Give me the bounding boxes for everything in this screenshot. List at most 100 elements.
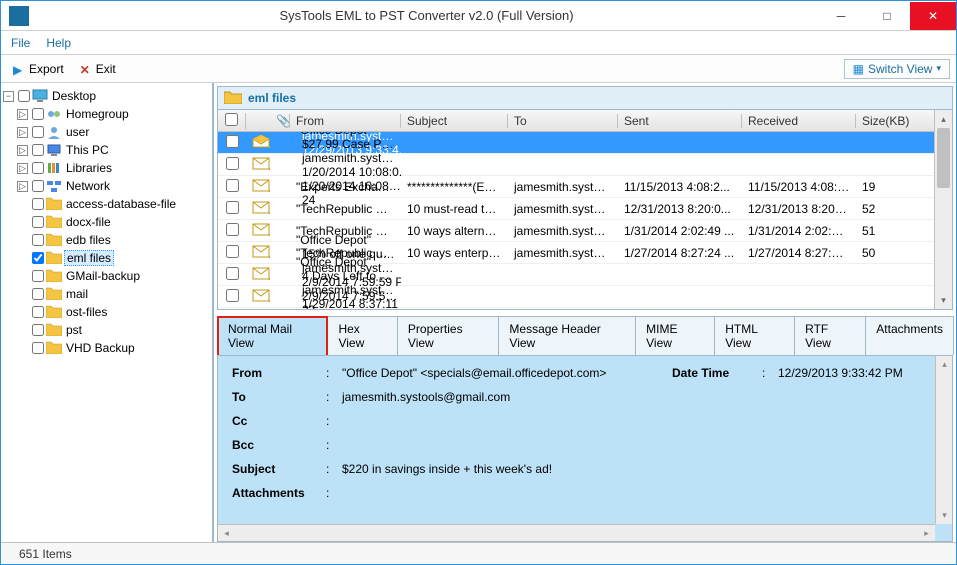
cell-subject: 4 Days Left to Buy... [296, 269, 401, 283]
column-header[interactable]: Subject [401, 114, 508, 128]
tree-item[interactable]: ▷Libraries [17, 159, 210, 177]
detail-hscrollbar[interactable]: ◂▸ [218, 524, 935, 541]
column-header[interactable]: Received [742, 114, 856, 128]
mail-row[interactable]: "TechRepublic Dai... 10 must-read tech..… [218, 198, 934, 220]
tree-item[interactable]: docx-file [17, 213, 210, 231]
menu-help[interactable]: Help [46, 36, 71, 50]
folder-icon [46, 251, 62, 265]
row-checkbox[interactable] [226, 201, 239, 214]
tab-message header view[interactable]: Message Header View [498, 316, 636, 355]
folder-tree[interactable]: −Desktop▷Homegroup▷user▷This PC▷Librarie… [1, 83, 213, 542]
tree-checkbox[interactable] [32, 270, 44, 282]
tree-checkbox[interactable] [32, 144, 44, 156]
cell-sent: 1/20/2014 10:08:0... [296, 165, 401, 179]
cell-sent: 1/29/2014 8:37:11 ... [296, 297, 401, 310]
tree-checkbox[interactable] [32, 198, 44, 210]
tree-checkbox[interactable] [32, 234, 44, 246]
tab-hex view[interactable]: Hex View [327, 316, 397, 355]
tree-item[interactable]: ost-files [17, 303, 210, 321]
tree-checkbox[interactable] [18, 90, 30, 102]
switch-view-label: Switch View [868, 62, 932, 76]
row-checkbox[interactable] [226, 223, 239, 236]
tab-rtf view[interactable]: RTF View [794, 316, 866, 355]
datetime-value: 12/29/2013 9:33:42 PM [778, 366, 938, 380]
exit-button[interactable]: ✕ Exit [74, 60, 122, 78]
cell-from: "Experts Exchange... [290, 180, 401, 194]
row-checkbox[interactable] [226, 245, 239, 258]
view-tabs: Normal Mail ViewHex ViewProperties ViewM… [217, 316, 953, 355]
cell-to: jamesmith.systool... [296, 151, 401, 165]
folder-icon [46, 341, 62, 355]
scroll-down-icon[interactable]: ▾ [935, 291, 952, 309]
column-header[interactable]: Sent [618, 114, 742, 128]
row-checkbox[interactable] [226, 267, 239, 280]
column-header[interactable]: Size(KB) [856, 114, 934, 128]
tree-item[interactable]: ▷Homegroup [17, 105, 210, 123]
cell-size: 52 [856, 202, 934, 216]
export-button[interactable]: ▶ Export [7, 60, 70, 78]
cell-received: 12/31/2013 8:20:0... [742, 202, 856, 216]
folder-icon [46, 269, 62, 283]
cell-sent: 11/15/2013 4:08:2... [618, 180, 742, 194]
tree-checkbox[interactable] [32, 288, 44, 300]
tree-checkbox[interactable] [32, 126, 44, 138]
tree-checkbox[interactable] [32, 162, 44, 174]
column-header[interactable]: From [290, 114, 401, 128]
tree-item[interactable]: VHD Backup [17, 339, 210, 357]
tree-root[interactable]: −Desktop [3, 87, 210, 105]
tree-checkbox[interactable] [32, 180, 44, 192]
tree-checkbox[interactable] [32, 108, 44, 120]
tree-item[interactable]: pst [17, 321, 210, 339]
column-header[interactable]: To [508, 114, 618, 128]
row-checkbox[interactable] [226, 157, 239, 170]
tree-label: GMail-backup [64, 269, 142, 283]
cell-received: 11/15/2013 4:08:2... [742, 180, 856, 194]
column-header[interactable] [218, 113, 246, 129]
export-icon: ▶ [13, 63, 25, 75]
tab-attachments[interactable]: Attachments [865, 316, 954, 355]
scroll-up-icon[interactable]: ▴ [935, 110, 952, 128]
tree-checkbox[interactable] [32, 342, 44, 354]
detail-vscrollbar[interactable]: ▴▾ [935, 356, 952, 524]
row-checkbox[interactable] [226, 179, 239, 192]
right-pane: eml files 📎FromSubjectToSentReceivedSize… [213, 83, 956, 542]
tree-checkbox[interactable] [32, 216, 44, 228]
select-all-checkbox[interactable] [225, 113, 238, 126]
row-checkbox[interactable] [226, 289, 239, 302]
cell-from: "Office Depot" $27.99 Case Paper... jame… [290, 123, 401, 207]
tree-item[interactable]: access-database-file [17, 195, 210, 213]
switch-view-button[interactable]: ▦ Switch View ▾ [844, 59, 950, 79]
envelope-icon [252, 245, 268, 257]
grid-scrollbar[interactable]: ▴ ▾ [934, 110, 952, 309]
minimize-button[interactable]: ─ [818, 2, 864, 30]
close-button[interactable]: ✕ [910, 2, 956, 30]
attachments-label: Attachments [232, 486, 326, 500]
row-checkbox[interactable] [226, 135, 239, 148]
tree-item[interactable]: ▷Network [17, 177, 210, 195]
mail-row[interactable]: "Office Depot" 4 Days Left to Buy... jam… [218, 286, 934, 308]
app-window: SysTools EML to PST Converter v2.0 (Full… [0, 0, 957, 565]
tree-item[interactable]: eml files [17, 249, 210, 267]
cell-subject: 10 ways alternativ... [401, 224, 508, 238]
menu-file[interactable]: File [11, 36, 30, 50]
mail-row[interactable]: "Office Depot" $27.99 Case Paper... jame… [218, 154, 934, 176]
tree-item[interactable]: ▷This PC [17, 141, 210, 159]
tab-properties view[interactable]: Properties View [397, 316, 500, 355]
tree-item[interactable]: edb files [17, 231, 210, 249]
tab-mime view[interactable]: MIME View [635, 316, 715, 355]
column-header[interactable]: 📎 [270, 114, 290, 128]
chevron-down-icon: ▾ [936, 63, 941, 74]
tree-item[interactable]: mail [17, 285, 210, 303]
maximize-button[interactable]: □ [864, 2, 910, 30]
tab-html view[interactable]: HTML View [714, 316, 795, 355]
tree-checkbox[interactable] [32, 306, 44, 318]
tab-normal mail view[interactable]: Normal Mail View [217, 316, 328, 355]
folder-icon [46, 197, 62, 211]
tree-checkbox[interactable] [32, 252, 44, 264]
scroll-thumb[interactable] [937, 128, 950, 188]
tree-item[interactable]: GMail-backup [17, 267, 210, 285]
from-value: "Office Depot" <specials@email.officedep… [342, 366, 672, 380]
tree-item[interactable]: ▷user [17, 123, 210, 141]
tree-checkbox[interactable] [32, 324, 44, 336]
cell-to: jamesmith.systool... [508, 180, 618, 194]
